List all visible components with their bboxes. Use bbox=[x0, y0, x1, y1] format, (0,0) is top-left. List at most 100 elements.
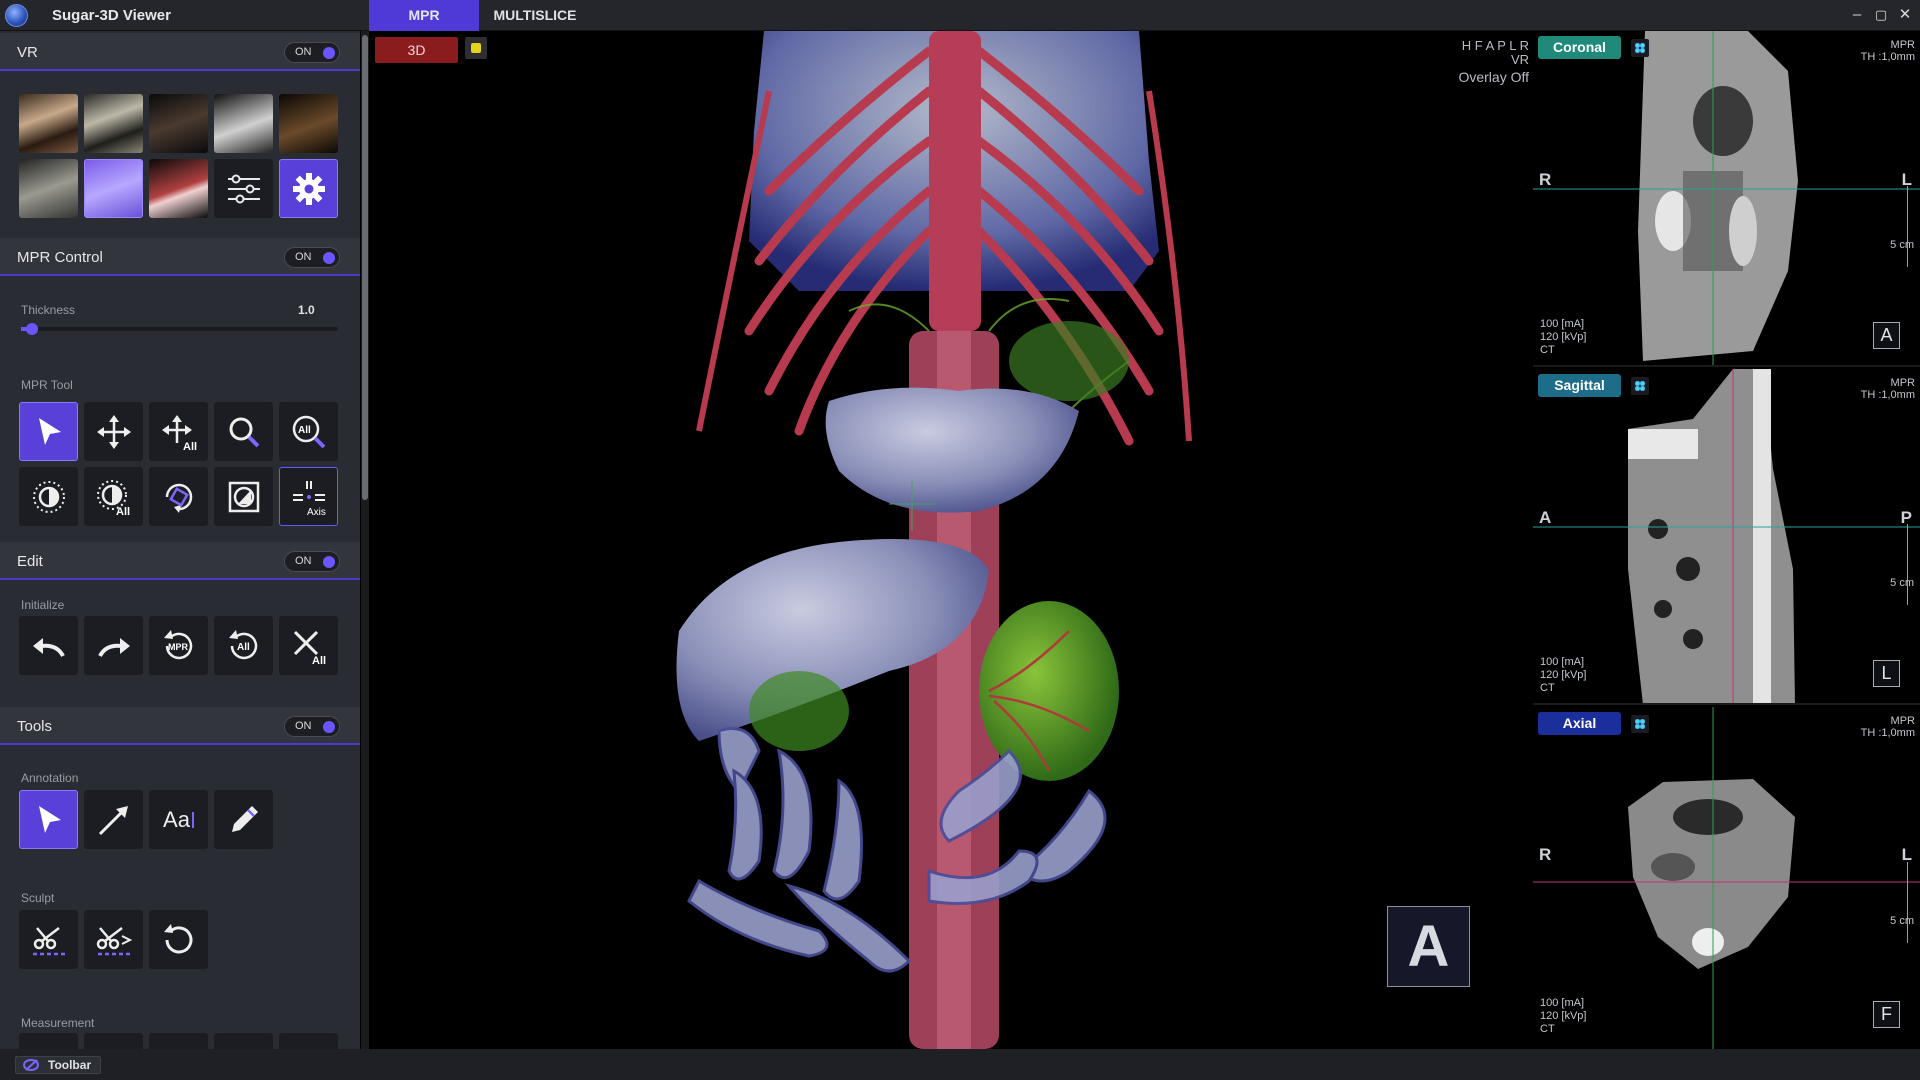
sidebar-scrollbar-thumb[interactable] bbox=[362, 35, 368, 500]
minimize-button[interactable]: – bbox=[1846, 4, 1868, 26]
axial-modality: CT bbox=[1540, 1023, 1555, 1035]
mpr-select-tool-button[interactable] bbox=[19, 402, 78, 461]
app-title: Sugar-3D Viewer bbox=[52, 7, 171, 24]
vr-preset-bone-gray[interactable] bbox=[84, 94, 143, 153]
color-dots-icon bbox=[1635, 381, 1645, 391]
overlay-status-text[interactable]: Overlay Off bbox=[1458, 70, 1529, 84]
mpr-rotate-button[interactable] bbox=[149, 467, 208, 526]
mpr-control-toggle[interactable]: ON bbox=[284, 247, 340, 268]
sidebar-scrollbar[interactable] bbox=[361, 31, 369, 1049]
reset-all-button[interactable]: All bbox=[214, 616, 273, 675]
close-all-icon: All bbox=[293, 630, 326, 666]
vr-toggle[interactable]: ON bbox=[284, 42, 340, 63]
coronal-scale-bar bbox=[1900, 186, 1908, 267]
vr-preset-bone-warm[interactable] bbox=[19, 94, 78, 153]
sagittal-view[interactable]: Sagittal MPR TH :1,0mm A P 5 cm 100 [mA] 1… bbox=[1533, 369, 1920, 705]
move-arrows-icon bbox=[96, 414, 131, 449]
vr-preset-vessel-red[interactable] bbox=[149, 159, 208, 218]
toolbar-toggle-button[interactable]: Toolbar bbox=[15, 1056, 101, 1074]
3d-mode-button[interactable]: 3D bbox=[375, 37, 458, 63]
reset-mpr-icon: MPR bbox=[163, 629, 192, 659]
vr-preset-abdomen-gray[interactable] bbox=[19, 159, 78, 218]
mpr-axis-button[interactable]: Axis bbox=[279, 467, 338, 526]
close-button[interactable]: ✕ bbox=[1894, 4, 1916, 26]
scissors-icon bbox=[32, 926, 65, 955]
color-dots-icon bbox=[1635, 719, 1645, 729]
vr-preset-spine-brown[interactable] bbox=[279, 94, 338, 153]
axial-options-button[interactable] bbox=[1631, 715, 1649, 733]
coronal-view[interactable]: Coronal MPR TH :1,0mm R L 5 cm 100 [mA] 12… bbox=[1533, 31, 1920, 367]
annotation-select-button[interactable] bbox=[19, 790, 78, 849]
maximize-button[interactable]: ▢ bbox=[1870, 4, 1892, 26]
toggle-knob bbox=[323, 47, 335, 59]
vr-preset-dark-soft[interactable] bbox=[149, 94, 208, 153]
text-cursor-icon bbox=[191, 811, 194, 828]
vr-3d-viewport[interactable]: 3D H F A P L R VR Overlay Off A bbox=[369, 31, 1533, 1049]
coronal-tag[interactable]: Coronal bbox=[1538, 36, 1621, 59]
mpr-invert-button[interactable] bbox=[214, 467, 273, 526]
vr-adjust-button[interactable] bbox=[214, 159, 273, 218]
sagittal-ma: 100 [mA] bbox=[1540, 656, 1585, 668]
measure-tool-5-button[interactable] bbox=[279, 1033, 338, 1049]
edit-toggle[interactable]: ON bbox=[284, 551, 340, 572]
control-sidebar: VR ON MPR Control ON Thickness 1.0 MPR T… bbox=[0, 31, 360, 1049]
measure-tool-1-button[interactable] bbox=[19, 1033, 78, 1049]
reset-mpr-button[interactable]: MPR bbox=[149, 616, 208, 675]
axial-tag[interactable]: Axial bbox=[1538, 712, 1621, 735]
3d-mode-menu-button[interactable] bbox=[465, 37, 487, 59]
clear-all-button[interactable]: All bbox=[279, 616, 338, 675]
mpr-window-level-all-button[interactable]: All bbox=[84, 467, 143, 526]
sculpt-cut-button[interactable] bbox=[19, 910, 78, 969]
thickness-value: 1.0 bbox=[298, 303, 315, 317]
axial-info: MPR TH :1,0mm bbox=[1861, 715, 1915, 739]
coronal-options-button[interactable] bbox=[1631, 39, 1649, 57]
coronal-orientation-box[interactable]: A bbox=[1873, 322, 1900, 349]
vr-settings-button[interactable] bbox=[279, 159, 338, 218]
sagittal-tag[interactable]: Sagittal bbox=[1538, 374, 1621, 397]
axial-thickness: TH :1,0mm bbox=[1860, 727, 1915, 739]
mpr-pan-all-button[interactable]: All bbox=[149, 402, 208, 461]
sagittal-options-button[interactable] bbox=[1631, 377, 1649, 395]
thickness-slider[interactable] bbox=[21, 323, 338, 335]
measure-tool-3-button[interactable] bbox=[149, 1033, 208, 1049]
vr-toggle-label: ON bbox=[295, 46, 312, 58]
annotation-text-button[interactable]: Aa bbox=[149, 790, 208, 849]
measure-tool-2-button[interactable] bbox=[84, 1033, 143, 1049]
tools-toggle[interactable]: ON bbox=[284, 716, 340, 737]
toolbar-logo-icon bbox=[23, 1059, 39, 1071]
undo-button[interactable] bbox=[19, 616, 78, 675]
mpr-zoom-all-button[interactable]: All bbox=[279, 402, 338, 461]
measure-tool-4-button[interactable] bbox=[214, 1033, 273, 1049]
reset-icon bbox=[163, 923, 192, 953]
mpr-pan-tool-button[interactable] bbox=[84, 402, 143, 461]
sagittal-orientation-box[interactable]: L bbox=[1873, 660, 1900, 687]
thickness-slider-handle[interactable] bbox=[26, 323, 38, 335]
magnifier-icon bbox=[229, 417, 259, 447]
annotation-arrow-button[interactable] bbox=[84, 790, 143, 849]
redo-button[interactable] bbox=[84, 616, 143, 675]
vr-preset-spine-white[interactable] bbox=[214, 94, 273, 153]
mpr-window-level-button[interactable] bbox=[19, 467, 78, 526]
vr-section-header: VR ON bbox=[0, 33, 360, 71]
mpr-zoom-button[interactable] bbox=[214, 402, 273, 461]
annotation-pen-button[interactable] bbox=[214, 790, 273, 849]
all-badge-text: All bbox=[312, 655, 326, 666]
sculpt-reset-button[interactable] bbox=[149, 910, 208, 969]
pointer-arrow-icon bbox=[38, 417, 61, 445]
orientation-cube[interactable]: A bbox=[1387, 906, 1470, 987]
axis-icon: Axis bbox=[292, 480, 325, 517]
sculpt-label: Sculpt bbox=[21, 891, 55, 905]
pencil-icon bbox=[231, 805, 258, 832]
vr-preset-selected[interactable] bbox=[84, 159, 143, 218]
gear-icon bbox=[292, 172, 325, 205]
sagittal-image bbox=[1533, 369, 1920, 703]
tab-multislice[interactable]: MULTISLICE bbox=[480, 0, 590, 31]
render-mode-text: VR bbox=[1510, 52, 1529, 67]
sculpt-cut-free-button[interactable] bbox=[84, 910, 143, 969]
color-dots-icon bbox=[1635, 43, 1645, 53]
tab-mpr[interactable]: MPR bbox=[369, 0, 479, 31]
axial-orientation-box[interactable]: F bbox=[1873, 1001, 1900, 1028]
all-badge-text: All bbox=[183, 441, 197, 452]
axial-view[interactable]: Axial MPR TH :1,0mm R L 5 cm 100 [mA] 120 … bbox=[1533, 707, 1920, 1049]
thickness-label: Thickness bbox=[21, 303, 76, 317]
